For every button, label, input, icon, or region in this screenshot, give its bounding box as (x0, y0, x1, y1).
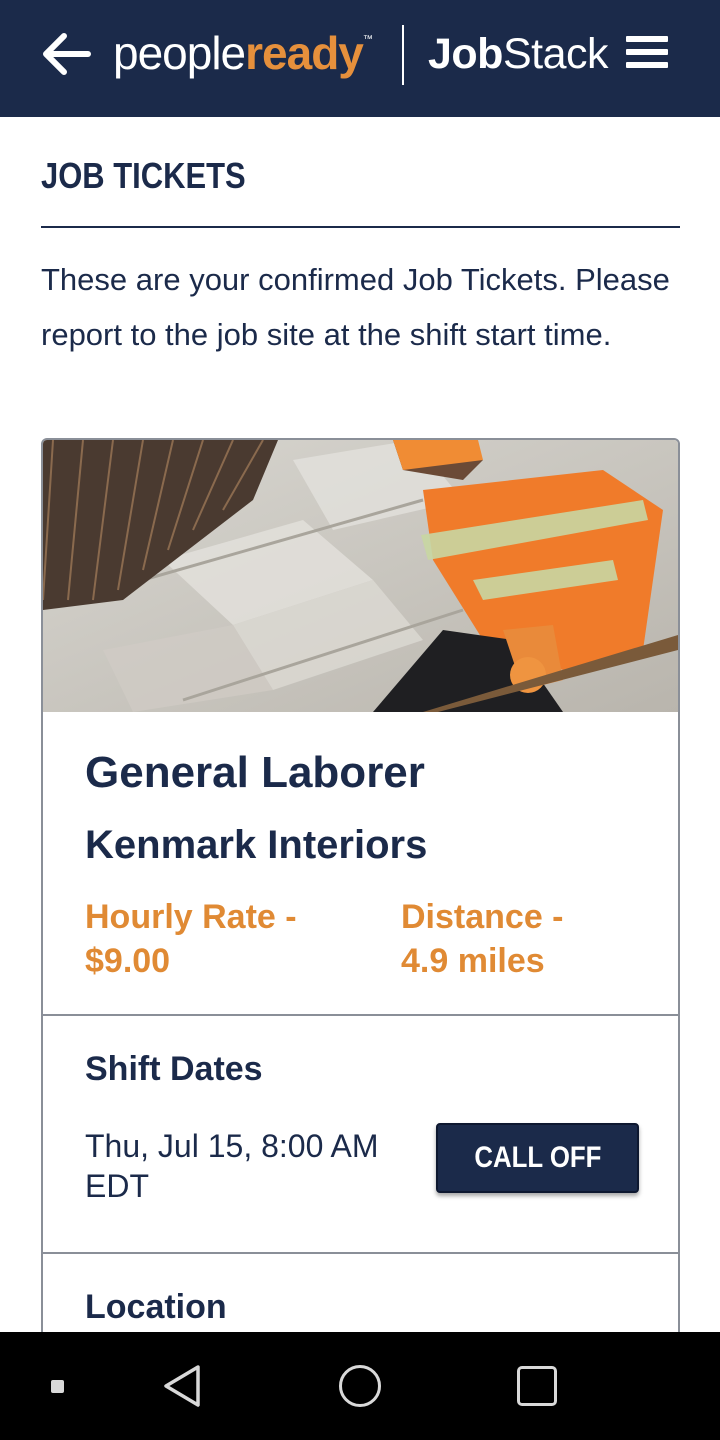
worker-photo (43, 440, 678, 712)
call-off-button[interactable]: CALL OFF (436, 1123, 639, 1193)
shift-date-text: Thu, Jul 15, 8:00 AM EDT (85, 1126, 415, 1206)
app-header: peopleready™ JobStack (0, 0, 720, 117)
page-title: JOB TICKETS (41, 155, 246, 196)
arrow-left-icon[interactable] (40, 30, 92, 78)
distance-value: 4.9 miles (401, 942, 545, 980)
section-divider (43, 1014, 678, 1016)
hourly-rate-value: $9.00 (85, 942, 171, 980)
hourly-rate-label: Hourly Rate - (85, 898, 297, 936)
call-off-label: CALL OFF (473, 1141, 602, 1174)
shift-timezone: EDT (85, 1168, 149, 1204)
title-divider (41, 226, 680, 228)
distance-label: Distance - (401, 898, 564, 936)
overview-square-icon[interactable] (517, 1366, 557, 1406)
company-name: Kenmark Interiors (85, 823, 428, 867)
job-title: General Laborer (85, 748, 425, 797)
location-heading: Location (85, 1288, 227, 1326)
home-circle-icon[interactable] (339, 1365, 381, 1407)
job-ticket-card[interactable]: General Laborer Kenmark Interiors Hourly… (41, 438, 680, 1438)
jobstack-logo: JobStack (428, 30, 609, 78)
back-triangle-icon[interactable] (160, 1362, 204, 1410)
logo-divider (402, 25, 404, 85)
section-divider (43, 1252, 678, 1254)
recents-dot-icon[interactable] (51, 1380, 64, 1393)
hamburger-menu-icon[interactable] (626, 36, 668, 70)
hourly-rate: Hourly Rate - $9.00 (85, 895, 365, 983)
distance: Distance - 4.9 miles (401, 895, 661, 983)
peopleready-logo: peopleready™ (113, 27, 373, 79)
shift-date-line: Thu, Jul 15, 8:00 AM (85, 1128, 379, 1164)
intro-text: These are your confirmed Job Tickets. Pl… (41, 262, 670, 352)
shift-dates-heading: Shift Dates (85, 1050, 263, 1088)
